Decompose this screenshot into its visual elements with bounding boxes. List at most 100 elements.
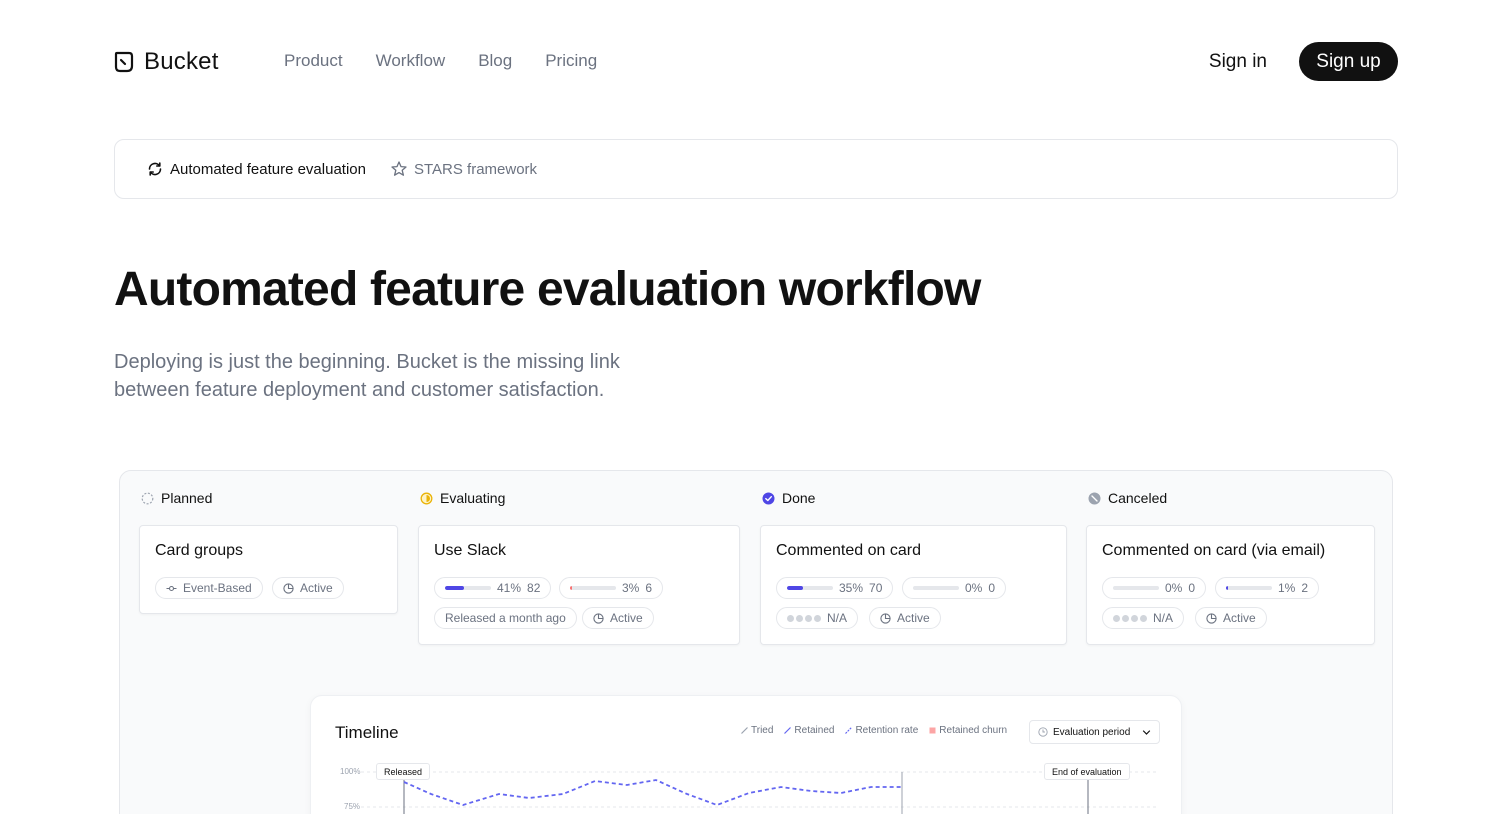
- y-axis-label: 75%: [344, 802, 361, 811]
- column-header-planned: Planned: [141, 490, 212, 506]
- half-circle-icon: [420, 492, 433, 504]
- satisfaction-dots: [787, 614, 821, 622]
- status-pill[interactable]: Active: [869, 607, 941, 629]
- pie-clock-icon: [1206, 612, 1217, 624]
- legend-retention-rate[interactable]: Retention rate: [845, 725, 918, 736]
- metric-percent: 1%: [1278, 581, 1296, 595]
- released-pill[interactable]: Released a month ago: [434, 607, 577, 629]
- status-pill[interactable]: Active: [582, 607, 654, 629]
- pie-clock-icon: [283, 582, 294, 594]
- evaluation-period-select[interactable]: Evaluation period: [1029, 720, 1160, 744]
- pill-label: Active: [897, 611, 930, 625]
- legend-label: Retained: [794, 725, 835, 736]
- event-type-pill[interactable]: Event-Based: [155, 577, 263, 599]
- sign-in-link[interactable]: Sign in: [1209, 51, 1267, 73]
- tried-progress-bar: [787, 586, 833, 590]
- status-pill[interactable]: Active: [1195, 607, 1267, 629]
- refresh-icon: [148, 162, 162, 176]
- legend-tried[interactable]: Tried: [741, 725, 773, 736]
- legend-label: Retained churn: [939, 725, 1008, 736]
- pill-label: Active: [300, 581, 333, 595]
- hero-subtitle-line: Deploying is just the beginning. Bucket …: [114, 351, 620, 373]
- legend-label: Tried: [751, 725, 774, 736]
- metric-percent: 0%: [965, 581, 983, 595]
- pill-label: N/A: [1153, 611, 1174, 625]
- feature-card-commented-via-email[interactable]: Commented on card (via email) 0% 0 1% 2 …: [1086, 525, 1375, 645]
- line-icon: [741, 727, 748, 734]
- nav-workflow[interactable]: Workflow: [376, 51, 446, 71]
- column-header-evaluating: Evaluating: [420, 490, 505, 506]
- feature-card-use-slack[interactable]: Use Slack 41% 82 3% 6 Released a month a…: [418, 525, 740, 645]
- star-icon: [391, 161, 407, 176]
- hero-subtitle: Deploying is just the beginning. Bucket …: [114, 348, 714, 404]
- tab-stars-framework[interactable]: STARS framework: [390, 160, 537, 178]
- retained-metric-pill[interactable]: 1% 2: [1215, 577, 1320, 599]
- dashed-line-icon: [845, 727, 853, 734]
- feature-card-card-groups[interactable]: Card groups Event-Based Active: [139, 525, 398, 614]
- check-circle-icon: [762, 492, 775, 504]
- chevron-down-icon: [1142, 729, 1151, 735]
- clock-icon: [1038, 727, 1048, 737]
- sign-up-button[interactable]: Sign up: [1299, 42, 1398, 81]
- satisfaction-dots: [1113, 614, 1147, 622]
- timeline-title: Timeline: [335, 723, 399, 742]
- column-label: Canceled: [1108, 490, 1168, 506]
- metric-count: 6: [645, 581, 653, 595]
- pill-label: Released a month ago: [445, 611, 566, 625]
- legend-retained[interactable]: Retained: [784, 725, 834, 736]
- metric-percent: 3%: [622, 581, 640, 595]
- retained-metric-pill[interactable]: 3% 6: [559, 577, 664, 599]
- progress-fill: [787, 586, 804, 590]
- main-nav: Product Workflow Blog Pricing: [284, 51, 597, 71]
- progress-fill: [1226, 586, 1229, 590]
- tried-metric-pill[interactable]: 41% 82: [434, 577, 552, 599]
- nav-blog[interactable]: Blog: [478, 51, 512, 71]
- retained-progress-bar: [570, 586, 616, 590]
- satisfaction-pill[interactable]: N/A: [1102, 607, 1185, 629]
- dashed-circle-icon: [141, 492, 154, 504]
- pill-label: Active: [1223, 611, 1256, 625]
- metric-count: 82: [527, 581, 541, 595]
- retained-metric-pill[interactable]: 0% 0: [902, 577, 1007, 599]
- nav-product[interactable]: Product: [284, 51, 343, 71]
- metric-count: 0: [988, 581, 996, 595]
- timeline-chart: [361, 771, 1159, 814]
- end-of-evaluation-marker: End of evaluation: [1044, 763, 1130, 780]
- site-header: Bucket Product Workflow Blog Pricing Sig…: [114, 42, 1398, 81]
- tried-metric-pill[interactable]: 35% 70: [776, 577, 894, 599]
- nav-pricing[interactable]: Pricing: [545, 51, 597, 71]
- legend-label: Retention rate: [855, 725, 919, 736]
- metric-count: 0: [1188, 581, 1196, 595]
- logo[interactable]: Bucket: [114, 48, 219, 76]
- tried-metric-pill[interactable]: 0% 0: [1102, 577, 1207, 599]
- satisfaction-pill[interactable]: N/A: [776, 607, 859, 629]
- column-label: Evaluating: [440, 490, 506, 506]
- timeline-panel: Timeline Tried Retained Retention rate R…: [310, 695, 1182, 814]
- metric-count: 2: [1301, 581, 1309, 595]
- hero-title: Automated feature evaluation workflow: [114, 263, 981, 316]
- metric-percent: 35%: [839, 581, 864, 595]
- tab-automated-feature-evaluation[interactable]: Automated feature evaluation: [146, 160, 366, 178]
- card-title: Commented on card (via email): [1102, 542, 1326, 559]
- metric-count: 70: [869, 581, 883, 595]
- pill-label: Event-Based: [183, 581, 252, 595]
- tab-label: STARS framework: [413, 160, 538, 178]
- tried-progress-bar: [1113, 586, 1159, 590]
- released-marker: Released: [376, 763, 431, 780]
- column-label: Done: [782, 490, 816, 506]
- feature-card-commented-on-card[interactable]: Commented on card 35% 70 0% 0 N/A Active: [760, 525, 1067, 645]
- progress-fill: [445, 586, 464, 590]
- retention-rate-series: [403, 779, 902, 806]
- line-icon: [784, 727, 792, 734]
- feature-tabs: Automated feature evaluation STARS frame…: [114, 139, 1398, 199]
- retained-progress-bar: [913, 586, 959, 590]
- column-header-canceled: Canceled: [1088, 490, 1167, 506]
- card-title: Commented on card: [776, 542, 921, 559]
- y-axis-label: 100%: [340, 767, 361, 776]
- pill-label: Active: [610, 611, 643, 625]
- select-value: Evaluation period: [1053, 726, 1131, 738]
- hero-subtitle-line: between feature deployment and customer …: [114, 379, 605, 401]
- tab-label: Automated feature evaluation: [170, 160, 366, 178]
- legend-retained-churn[interactable]: Retained churn: [929, 725, 1007, 736]
- status-pill[interactable]: Active: [272, 577, 344, 599]
